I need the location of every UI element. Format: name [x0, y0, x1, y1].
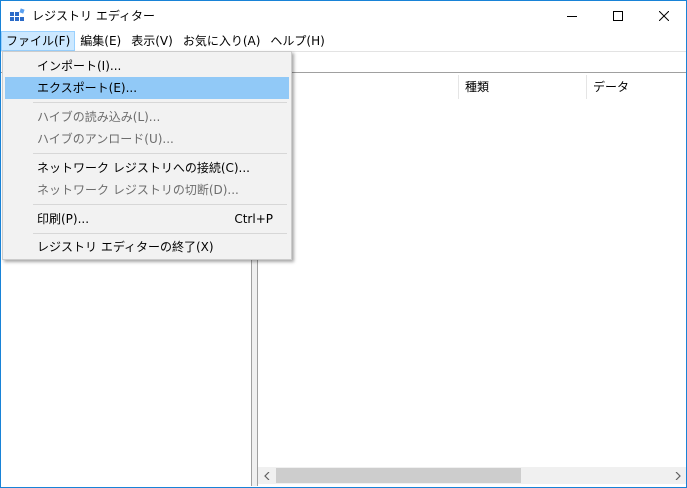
registry-values-pane[interactable]: 種類 データ: [257, 73, 686, 486]
maximize-button[interactable]: [595, 1, 641, 31]
chevron-left-icon: [263, 471, 269, 480]
column-header-type[interactable]: 種類: [459, 75, 587, 99]
maximize-icon: [613, 11, 623, 21]
scroll-right-button[interactable]: [669, 467, 686, 484]
menu-separator: [33, 204, 287, 205]
menu-view[interactable]: 表示(V): [126, 31, 178, 51]
menu-help[interactable]: ヘルプ(H): [265, 31, 329, 51]
menu-item-disconnect-network-registry[interactable]: ネットワーク レジストリの切断(D)...: [5, 179, 289, 201]
minimize-icon: [567, 16, 577, 17]
menu-item-print[interactable]: 印刷(P)... Ctrl+P: [5, 208, 289, 230]
menu-item-exit[interactable]: レジストリ エディターの終了(X): [5, 236, 289, 258]
menu-item-connect-network-registry[interactable]: ネットワーク レジストリへの接続(C)...: [5, 157, 289, 179]
registry-editor-icon: [10, 8, 25, 21]
close-icon: [659, 11, 669, 21]
menu-bar: ファイル(F) 編集(E) 表示(V) お気に入り(A) ヘルプ(H): [1, 31, 686, 51]
file-menu-dropdown: インポート(I)... エクスポート(E)... ハイブの読み込み(L)... …: [2, 51, 292, 260]
column-header-data[interactable]: データ: [587, 75, 686, 99]
menu-item-print-label: 印刷(P)...: [37, 212, 90, 226]
chevron-right-icon: [675, 471, 681, 480]
menu-item-load-hive[interactable]: ハイブの読み込み(L)...: [5, 106, 289, 128]
horizontal-scrollbar[interactable]: [258, 467, 686, 484]
menu-item-unload-hive[interactable]: ハイブのアンロード(U)...: [5, 128, 289, 150]
print-shortcut: Ctrl+P: [234, 212, 273, 226]
window-title: レジストリ エディター: [32, 9, 155, 23]
menu-edit[interactable]: 編集(E): [75, 31, 126, 51]
menu-separator: [33, 102, 287, 103]
menu-item-import[interactable]: インポート(I)...: [5, 55, 289, 77]
menu-separator: [33, 233, 287, 234]
scrollbar-thumb[interactable]: [276, 468, 521, 483]
menu-favorites[interactable]: お気に入り(A): [178, 31, 266, 51]
menu-item-export[interactable]: エクスポート(E)...: [5, 77, 289, 99]
menu-file[interactable]: ファイル(F): [1, 31, 76, 51]
close-button[interactable]: [641, 1, 687, 31]
list-header: 種類 データ: [258, 75, 686, 99]
scroll-left-button[interactable]: [258, 467, 275, 484]
minimize-button[interactable]: [549, 1, 595, 31]
title-bar[interactable]: レジストリ エディター: [1, 1, 686, 31]
menu-separator: [33, 153, 287, 154]
